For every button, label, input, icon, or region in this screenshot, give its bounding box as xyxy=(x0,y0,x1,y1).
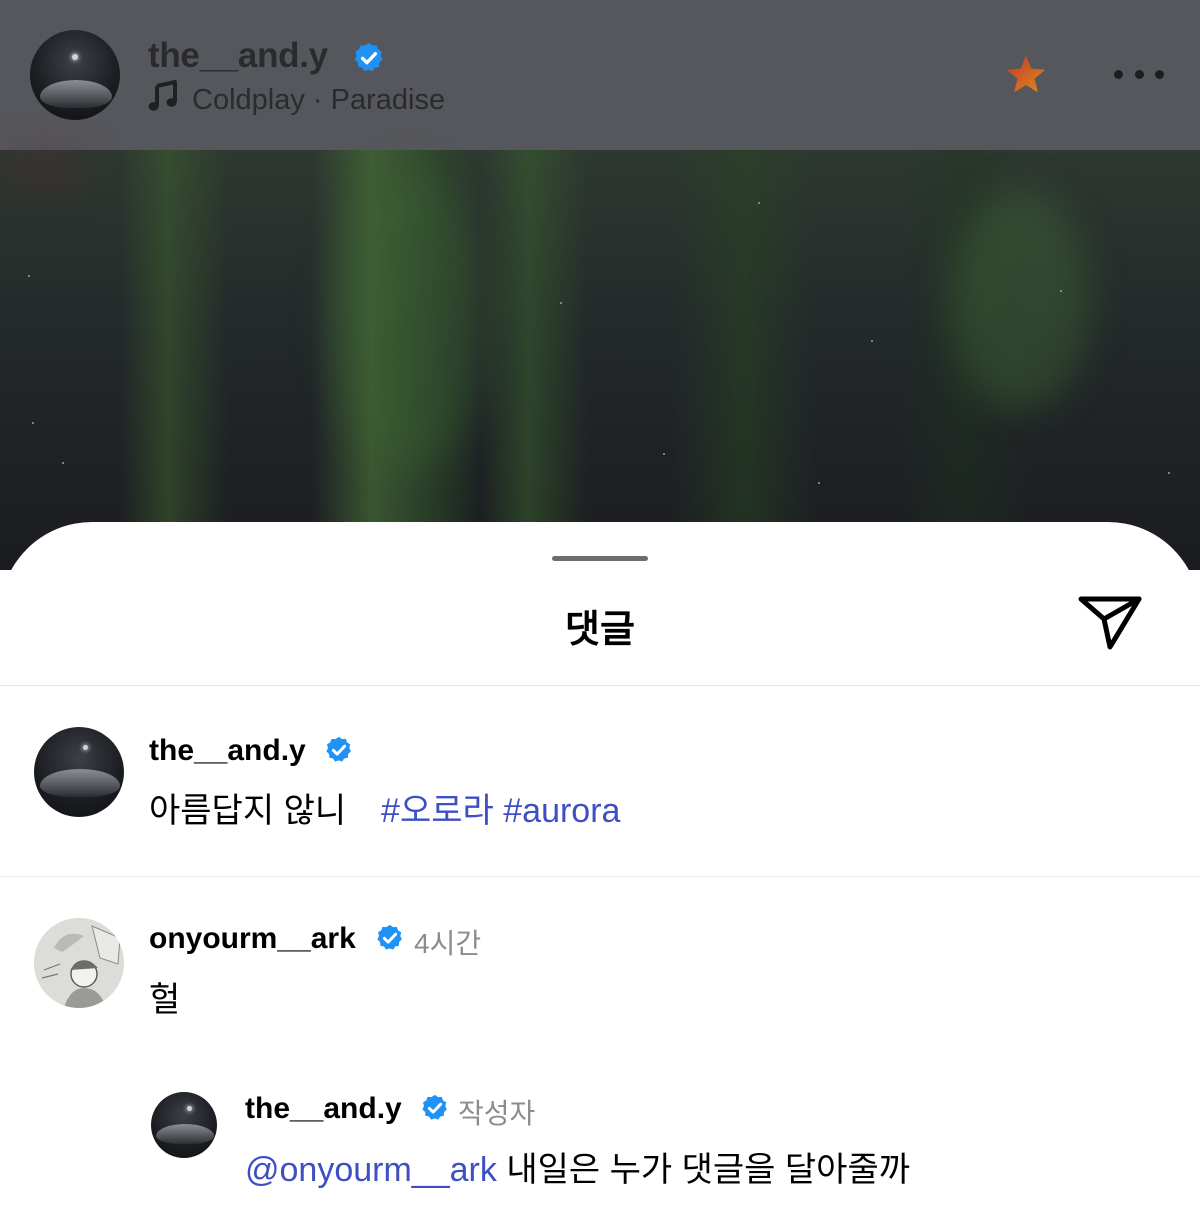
author-badge: 작성자 xyxy=(458,1098,536,1129)
hashtag-link[interactable]: #aurora xyxy=(503,792,620,830)
reply-item: the__and.y 작성자 @onyourm__ark 내일은 누가 댓글을 … xyxy=(0,1046,1200,1214)
avatar[interactable] xyxy=(151,1092,217,1158)
comment-timestamp: 4시간 xyxy=(414,928,482,959)
music-info[interactable]: Coldplay · Paradise xyxy=(148,80,446,120)
story-image xyxy=(0,150,1200,570)
more-icon[interactable] xyxy=(1114,64,1164,84)
story-username[interactable]: the__and.y xyxy=(148,36,328,76)
reply-text: 내일은 누가 댓글을 달아줄까 xyxy=(506,1151,911,1189)
mention-link[interactable]: @onyourm__ark xyxy=(245,1151,497,1189)
comments-sheet: 댓글 the__and.y 아름답지 않니 #오로라 #aurora onyou… xyxy=(0,522,1200,1214)
comment-username[interactable]: onyourm__ark xyxy=(149,922,356,956)
comment-text: 아름답지 않니 xyxy=(149,792,347,830)
comment-text: 헐 xyxy=(149,981,181,1019)
verified-badge-icon xyxy=(420,1093,450,1128)
reply-text-row: @onyourm__ark 내일은 누가 댓글을 달아줄까 xyxy=(245,1142,910,1191)
comment-item: the__and.y 아름답지 않니 #오로라 #aurora xyxy=(0,522,1200,876)
music-note-icon xyxy=(148,80,178,120)
avatar[interactable] xyxy=(34,727,124,817)
avatar[interactable] xyxy=(30,30,120,120)
comment-item: onyourm__ark 4시간 헐 xyxy=(0,876,1200,1046)
verified-badge-icon xyxy=(352,41,386,80)
story-header: the__and.y Coldplay · Paradise xyxy=(0,0,1200,150)
avatar[interactable] xyxy=(34,918,124,1008)
story-comments-screen: the__and.y Coldplay · Paradise 댓글 the__a… xyxy=(0,0,1200,1214)
comment-username[interactable]: the__and.y xyxy=(149,734,306,768)
music-separator: · xyxy=(304,83,331,116)
music-artist: Coldplay xyxy=(192,83,305,116)
verified-badge-icon xyxy=(375,923,405,958)
star-icon[interactable] xyxy=(1004,54,1048,101)
music-track: Paradise xyxy=(330,83,446,116)
verified-badge-icon xyxy=(324,735,354,770)
comment-text-row: 아름답지 않니 #오로라 #aurora xyxy=(149,783,620,832)
reply-username[interactable]: the__and.y xyxy=(245,1092,402,1126)
hashtag-link[interactable]: #오로라 xyxy=(381,792,494,830)
